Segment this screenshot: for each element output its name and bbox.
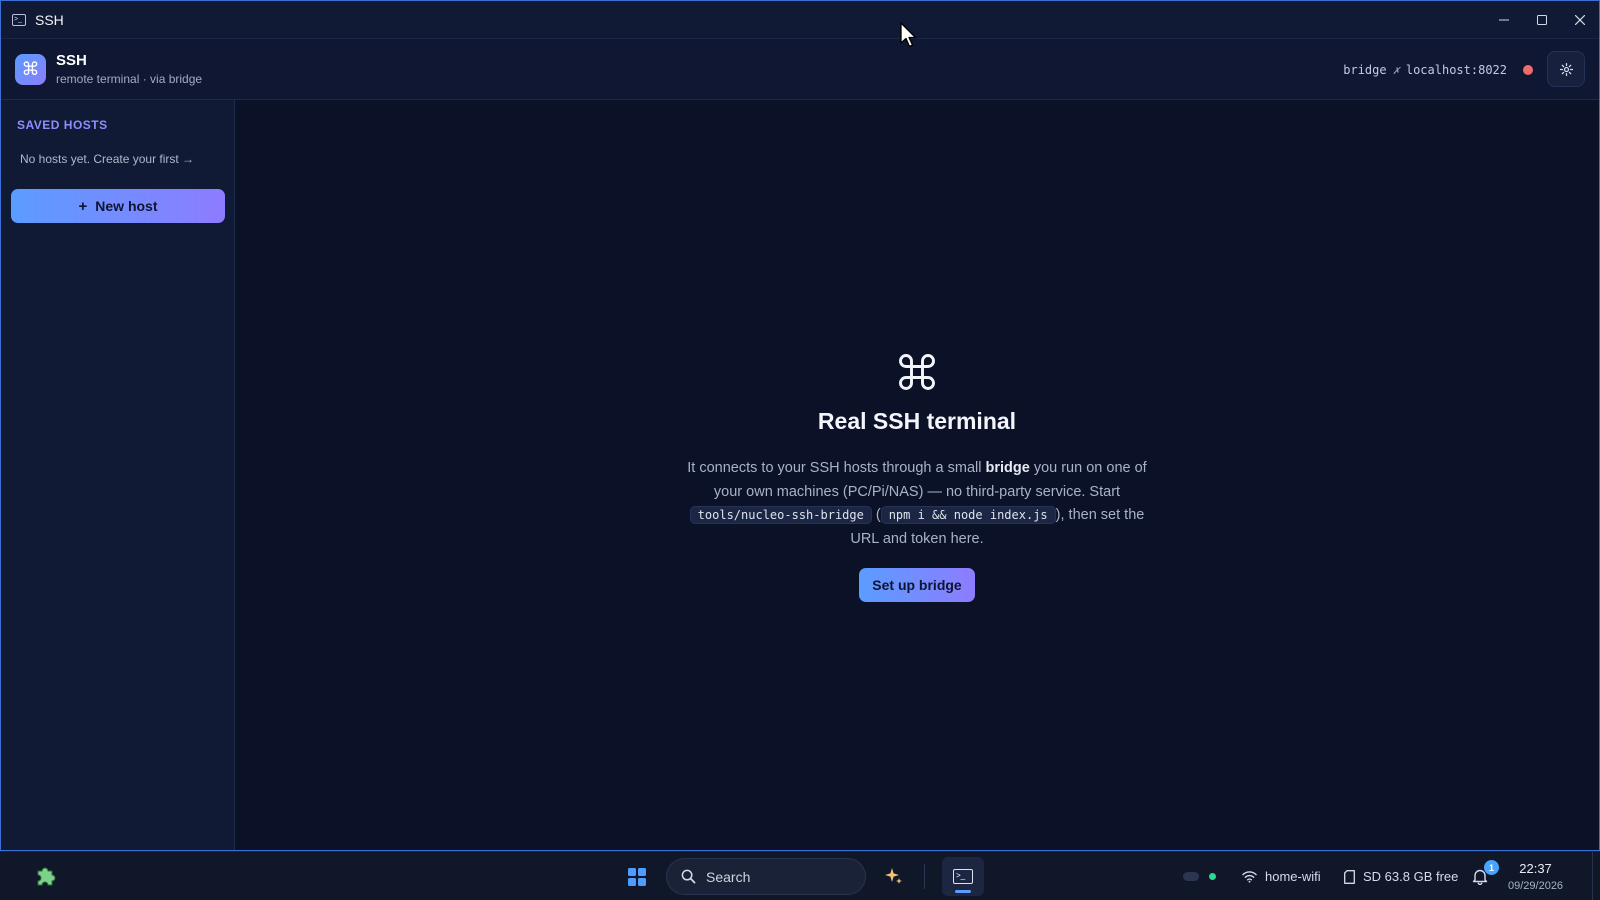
window-title: SSH bbox=[35, 11, 64, 28]
status-dot bbox=[1523, 64, 1533, 75]
windows-start-icon[interactable] bbox=[628, 868, 646, 886]
app-header: ⌘ SSH remote terminal · via bridge bridg… bbox=[1, 39, 1599, 100]
sd-card-icon bbox=[1344, 869, 1355, 884]
tray-clock[interactable]: 22:37 09/29/2026 bbox=[1508, 852, 1563, 900]
online-status-dot bbox=[1209, 873, 1216, 880]
storage-label: SD 63.8 GB free bbox=[1363, 869, 1459, 884]
search-icon bbox=[681, 869, 696, 884]
terminal-icon: >_ bbox=[12, 13, 26, 26]
close-button[interactable] bbox=[1561, 1, 1599, 39]
tray-storage[interactable]: SD 63.8 GB free bbox=[1344, 852, 1458, 900]
taskbar-search[interactable]: Search bbox=[666, 858, 866, 895]
code-bridge-path: tools/nucleo-ssh-bridge bbox=[689, 506, 872, 524]
new-host-label: New host bbox=[95, 198, 158, 214]
taskbar-ssh-app[interactable]: >_ bbox=[942, 857, 984, 896]
empty-state-description: It connects to your SSH hosts through a … bbox=[682, 457, 1152, 551]
notification-badge: 1 bbox=[1484, 860, 1499, 875]
no-hosts-text: No hosts yet. Create your first → bbox=[20, 152, 195, 166]
app-titles: SSH remote terminal · via bridge bbox=[56, 51, 202, 87]
window-controls bbox=[1485, 1, 1599, 39]
close-icon bbox=[1575, 15, 1585, 25]
wifi-label: home-wifi bbox=[1265, 869, 1321, 884]
command-logo-icon: ⌘ bbox=[15, 53, 46, 85]
saved-hosts-heading: SAVED HOSTS bbox=[17, 118, 108, 132]
desc-bold-bridge: bridge bbox=[985, 460, 1030, 476]
main-content: Real SSH terminal It connects to your SS… bbox=[235, 100, 1599, 850]
command-icon bbox=[899, 354, 935, 390]
code-run-command: npm i && node index.js bbox=[880, 506, 1056, 524]
setup-bridge-button[interactable]: Set up bridge bbox=[859, 568, 975, 602]
minimize-icon bbox=[1499, 19, 1509, 21]
desc-text-1: It connects to your SSH hosts through a … bbox=[687, 460, 986, 476]
empty-state-title: Real SSH terminal bbox=[817, 408, 1017, 434]
tray-notifications[interactable]: 1 bbox=[1472, 852, 1499, 900]
app-window: >_ SSH ⌘ SSH remote terminal · via bridg… bbox=[0, 0, 1600, 851]
clock-date: 09/29/2026 bbox=[1508, 879, 1564, 892]
mouse-cursor-icon bbox=[900, 22, 917, 48]
toggle-pill-icon bbox=[1183, 872, 1199, 881]
app-subtitle: remote terminal · via bridge bbox=[56, 72, 203, 86]
search-label: Search bbox=[706, 868, 751, 885]
maximize-button[interactable] bbox=[1523, 1, 1561, 39]
empty-state: Real SSH terminal It connects to your SS… bbox=[235, 350, 1599, 602]
bridge-address: localhost:8022 bbox=[1405, 62, 1507, 77]
title-bar[interactable]: >_ SSH bbox=[1, 1, 1599, 39]
active-app-indicator bbox=[955, 890, 971, 893]
settings-button[interactable] bbox=[1547, 51, 1585, 87]
taskbar-separator bbox=[924, 864, 925, 889]
tray-wifi[interactable]: home-wifi bbox=[1242, 852, 1321, 900]
sidebar: SAVED HOSTS No hosts yet. Create your fi… bbox=[1, 100, 235, 850]
show-desktop-button[interactable] bbox=[1592, 852, 1600, 900]
new-host-button[interactable]: + New host bbox=[11, 189, 225, 223]
bridge-status: bridge ✗ localhost:8022 bbox=[1343, 39, 1533, 100]
sparkle-icon[interactable] bbox=[884, 866, 904, 886]
taskbar: Search >_ home-wifi SD 63.8 GB free 1 22… bbox=[0, 851, 1600, 900]
wifi-icon bbox=[1242, 871, 1257, 883]
bridge-disconnected-icon: ✗ bbox=[1392, 62, 1400, 77]
widgets-puzzle-icon[interactable] bbox=[34, 865, 56, 887]
terminal-icon: >_ bbox=[953, 869, 973, 884]
plus-icon: + bbox=[78, 197, 88, 215]
app-name: SSH bbox=[56, 52, 87, 69]
tray-toggle[interactable] bbox=[1183, 852, 1216, 900]
bridge-label: bridge bbox=[1343, 62, 1387, 77]
clock-time: 22:37 bbox=[1519, 860, 1552, 876]
desc-text-3: ( bbox=[871, 507, 881, 523]
minimize-button[interactable] bbox=[1485, 1, 1523, 39]
maximize-icon bbox=[1537, 15, 1547, 25]
gear-icon bbox=[1559, 62, 1573, 76]
